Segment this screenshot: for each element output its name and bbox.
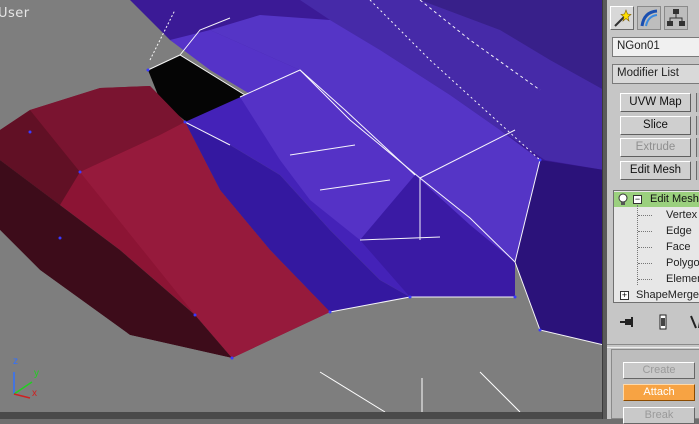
stack-item-element[interactable]: Element [666, 272, 699, 287]
axis-label-x: x [32, 388, 37, 399]
create-tab[interactable] [610, 6, 634, 30]
mesh-render[interactable] [0, 0, 604, 419]
make-unique-icon[interactable] [687, 312, 699, 332]
hierarchy-tab[interactable] [664, 6, 688, 30]
edit-mesh-button[interactable]: Edit Mesh [620, 161, 691, 180]
tree-branch [638, 231, 652, 232]
stack-item-vertex[interactable]: Vertex [666, 208, 697, 223]
viewport-label[interactable]: User [0, 6, 30, 21]
tree-branch [638, 215, 652, 216]
command-panel: NGon01 Modifier List UVW Map Slice Extru… [607, 0, 699, 424]
uvw-map-button[interactable]: UVW Map [620, 93, 691, 112]
viewport-user[interactable]: User z y x [0, 0, 604, 419]
extrude-button[interactable]: Extrude [620, 138, 691, 157]
stack-item-label: Edit Mesh [650, 193, 699, 205]
end-result-icon[interactable] [653, 312, 673, 332]
collapse-minus-icon[interactable]: − [633, 195, 642, 204]
hierarchy-icon [667, 9, 685, 26]
create-button[interactable]: Create [623, 362, 695, 379]
axis-label-z: z [13, 356, 18, 367]
star-wand-icon [614, 9, 632, 27]
stack-item-label: ShapeMerge [636, 289, 699, 301]
stack-item-face[interactable]: Face [666, 240, 690, 255]
viewport-bottom-bar [0, 412, 604, 419]
tree-line [637, 205, 638, 285]
modify-arc-icon [640, 9, 658, 27]
tree-branch [638, 247, 652, 248]
lightbulb-icon[interactable] [617, 192, 629, 206]
tree-branch [638, 263, 652, 264]
selection-rollout: Create Attach Break [611, 349, 699, 424]
pin-icon[interactable] [617, 312, 637, 332]
object-name-field[interactable]: NGon01 [612, 37, 699, 57]
modifier-stack[interactable]: − Edit Mesh Vertex Edge Face Polygon Ele… [613, 190, 699, 303]
modify-tab[interactable] [637, 6, 661, 30]
stack-item-polygon[interactable]: Polygon [666, 256, 699, 271]
stack-item-edit-mesh[interactable]: − Edit Mesh [614, 192, 699, 207]
panel-separator [607, 344, 699, 348]
stack-toolbar [607, 312, 699, 334]
stack-item-edge[interactable]: Edge [666, 224, 692, 239]
command-panel-tabs [607, 6, 699, 30]
slice-button[interactable]: Slice [620, 116, 691, 135]
tree-branch [638, 279, 652, 280]
expand-plus-icon[interactable]: + [620, 291, 629, 300]
modifier-list-dropdown[interactable]: Modifier List [612, 64, 699, 84]
stack-item-shapemerge[interactable]: + ShapeMerge [614, 288, 699, 302]
break-button[interactable]: Break [623, 407, 695, 424]
attach-button[interactable]: Attach [623, 384, 695, 401]
axis-label-y: y [34, 368, 39, 379]
